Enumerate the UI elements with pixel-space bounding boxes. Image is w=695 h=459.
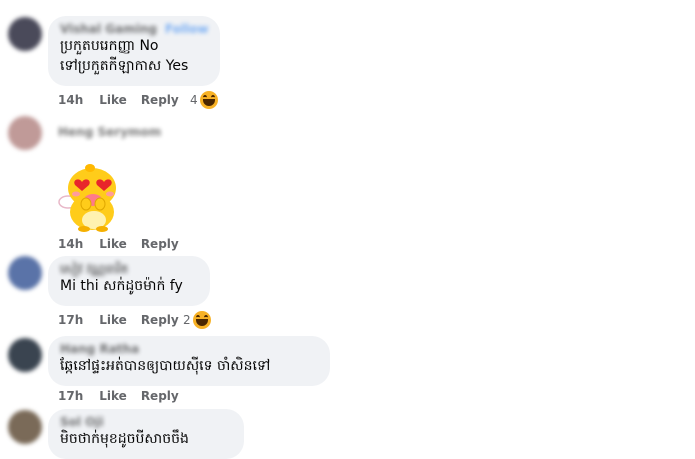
reply-button[interactable]: Reply [141, 389, 179, 403]
comment-author[interactable]: Hang Ratha [60, 342, 318, 356]
comment-actions: 14h Like Reply [58, 237, 193, 251]
haha-emoji-icon [192, 311, 211, 329]
comment-bubble: Sol Oji មិចថាក់មុខដូចបីសាចចឹង [48, 409, 244, 459]
like-button[interactable]: Like [99, 93, 127, 107]
like-button[interactable]: Like [99, 313, 127, 327]
comment-bubble: សៀវ វណ្ណធារិត Mi thi សក់ដូចម៉ាក់ fy [48, 256, 210, 306]
comment-bubble: Vishal Gaming Follow ប្រកួតបរេកញ្ញា No ទៅ… [48, 16, 220, 86]
reaction-count[interactable]: 4 [190, 91, 218, 109]
haha-emoji-icon [199, 91, 218, 109]
reaction-number: 4 [190, 93, 198, 107]
comment-timestamp[interactable]: 17h [58, 313, 83, 327]
comment-author[interactable]: សៀវ វណ្ណធារិត [60, 262, 198, 276]
avatar[interactable] [8, 17, 42, 51]
avatar[interactable] [8, 410, 42, 444]
like-button[interactable]: Like [99, 237, 127, 251]
comment-bubble: Hang Ratha ឆ្កែនៅផ្ទះអត់បានឲ្យបាយស៊ីទេ ច… [48, 336, 330, 386]
like-button[interactable]: Like [99, 389, 127, 403]
follow-link[interactable]: Follow [165, 22, 209, 36]
comment-actions: 14h Like Reply [58, 93, 193, 107]
comment-actions: 17h Like Reply [58, 313, 193, 327]
comment-text-line: ទៅប្រកួតកីឡាកាស Yes [60, 58, 189, 74]
comment-timestamp[interactable]: 14h [58, 237, 83, 251]
avatar[interactable] [8, 256, 42, 290]
comment-text-line: Mi thi សក់ដូចម៉ាក់ fy [60, 278, 183, 294]
comment-author[interactable]: Heng Serymom [58, 125, 161, 139]
comment-text-line: មិចថាក់មុខដូចបីសាចចឹង [60, 431, 189, 447]
comment-timestamp[interactable]: 17h [58, 389, 83, 403]
reply-button[interactable]: Reply [141, 93, 179, 107]
comment-text-line: ប្រកួតបរេកញ្ញា No [60, 38, 159, 54]
comment-timestamp[interactable]: 14h [58, 93, 83, 107]
reaction-count[interactable]: 2 [183, 311, 211, 329]
reply-button[interactable]: Reply [141, 313, 179, 327]
avatar[interactable] [8, 338, 42, 372]
heart-eyes-dragon-sticker [56, 160, 126, 232]
reaction-number: 2 [183, 313, 191, 327]
comment-text-line: ឆ្កែនៅផ្ទះអត់បានឲ្យបាយស៊ីទេ ចាំសិនទៅ [60, 358, 271, 374]
reply-button[interactable]: Reply [141, 237, 179, 251]
avatar[interactable] [8, 116, 42, 150]
comment-author[interactable]: Vishal Gaming Follow [60, 22, 208, 36]
comment-author[interactable]: Sol Oji [60, 415, 232, 429]
comment-actions: 17h Like Reply [58, 389, 193, 403]
